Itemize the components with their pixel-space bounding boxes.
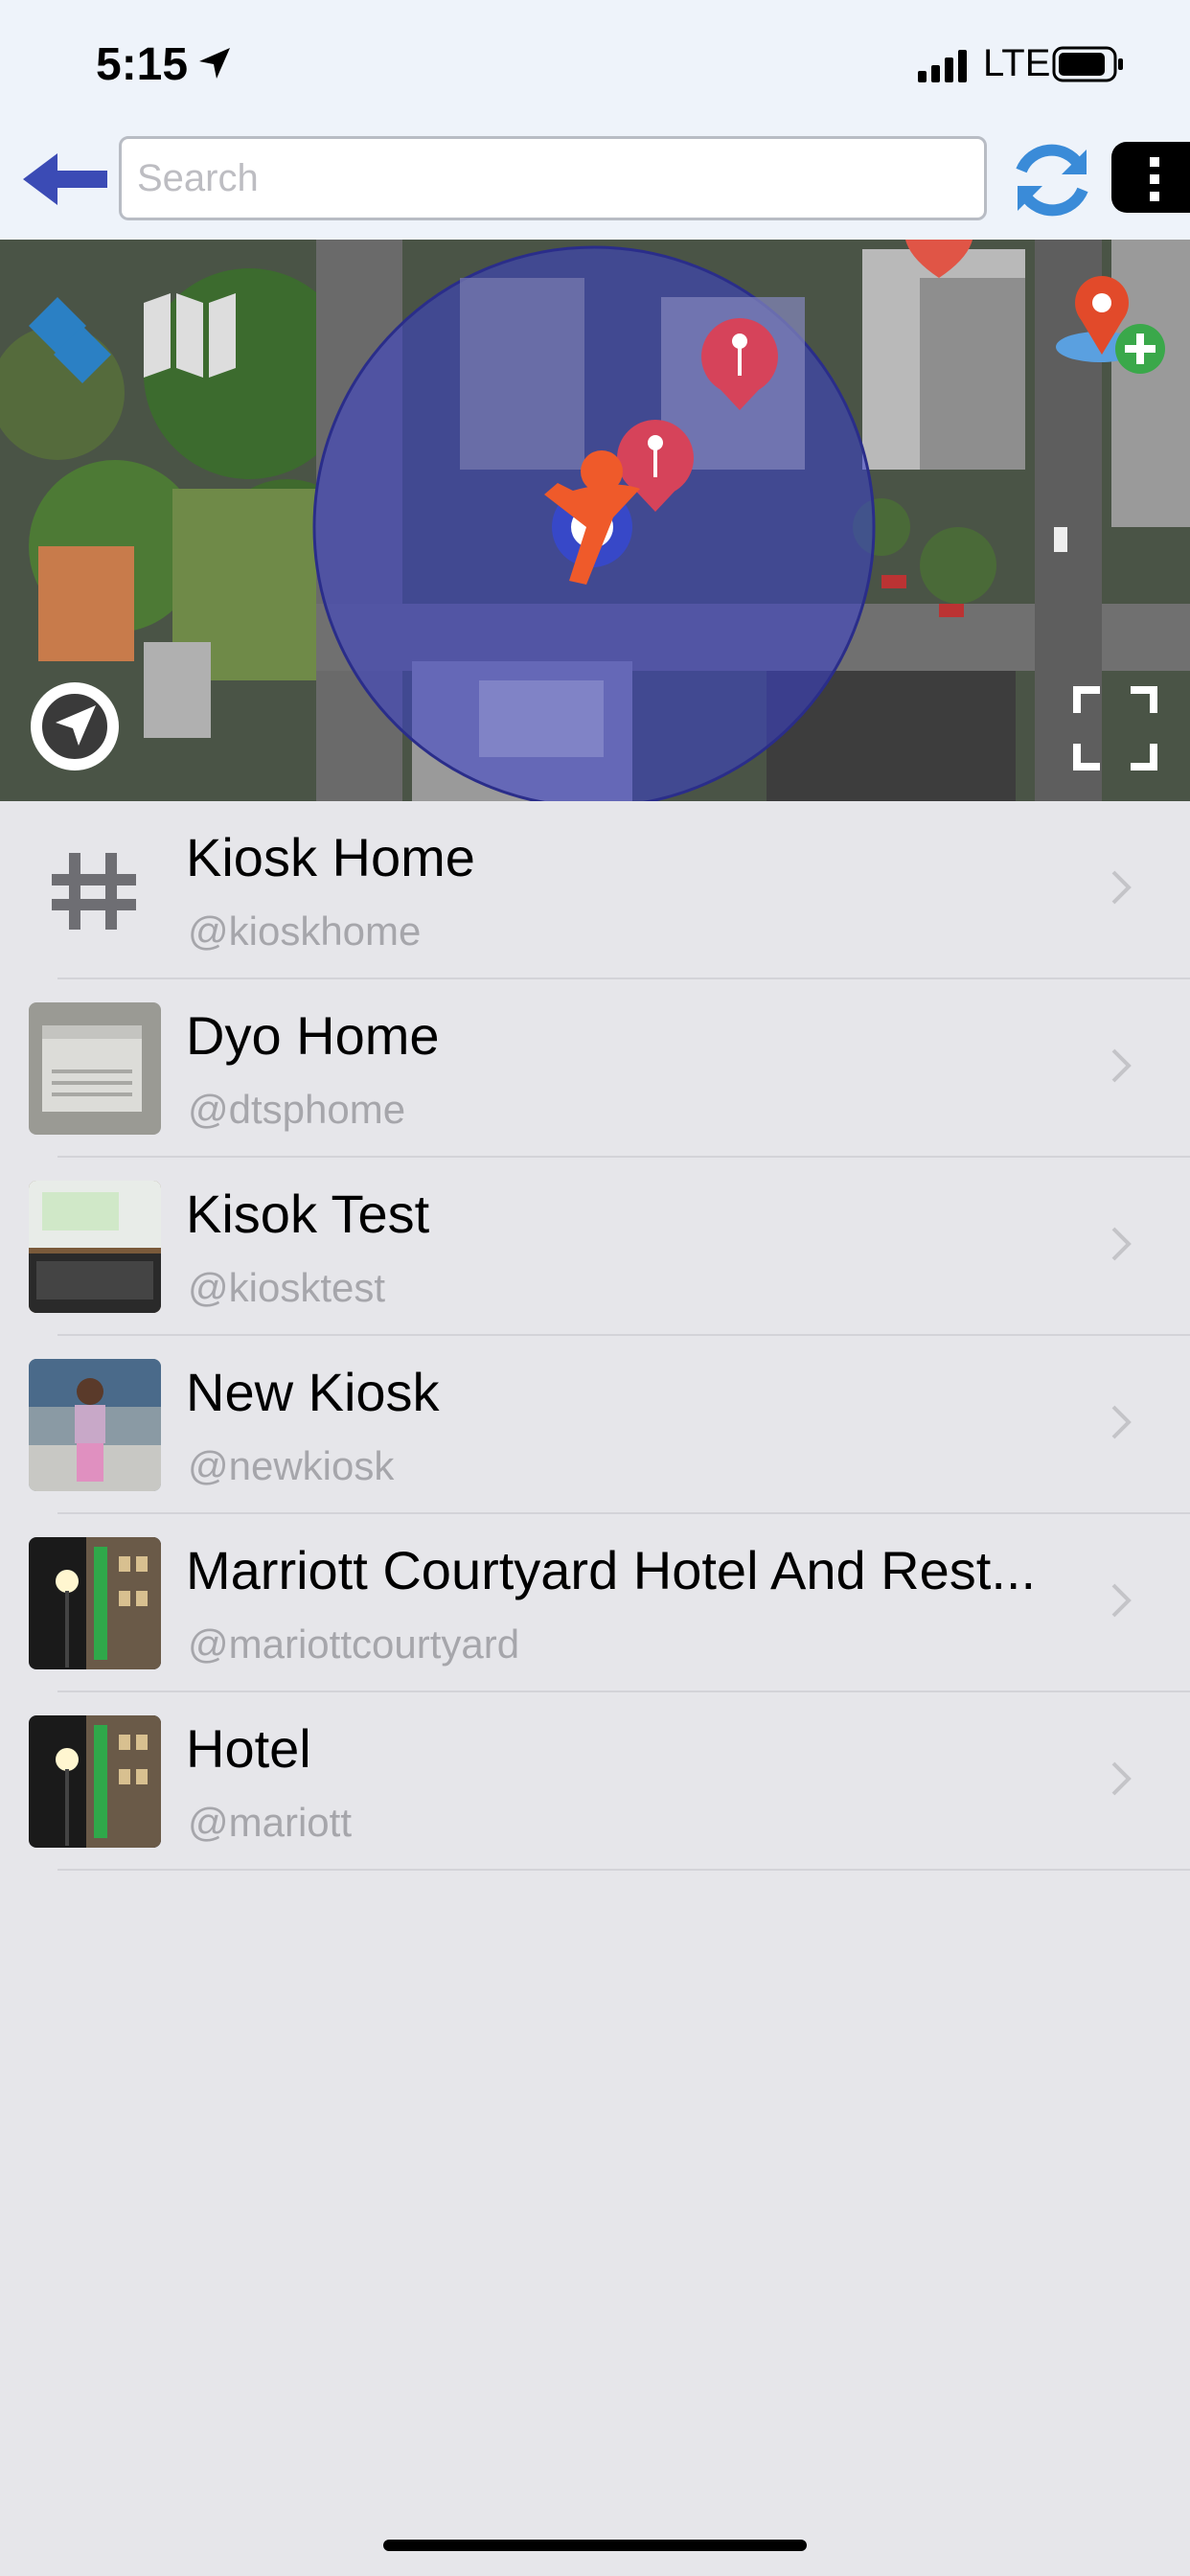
chevron-right-icon bbox=[1111, 1227, 1132, 1261]
list-item[interactable]: Dyo Home @dtsphome bbox=[0, 979, 1190, 1158]
more-dots-icon bbox=[1150, 157, 1159, 209]
more-menu-button[interactable] bbox=[1111, 142, 1190, 213]
item-handle: @kioskhome bbox=[188, 908, 422, 954]
item-thumbnail bbox=[29, 1715, 161, 1848]
item-title: Kisok Test bbox=[186, 1184, 430, 1244]
map-view[interactable] bbox=[0, 240, 1190, 801]
status-time: 5:15 bbox=[96, 39, 189, 90]
back-arrow-icon[interactable] bbox=[19, 146, 111, 213]
hashtag-icon bbox=[29, 824, 161, 956]
status-bar: 5:15 LTE bbox=[0, 0, 1190, 126]
chevron-right-icon bbox=[1111, 1761, 1132, 1796]
item-thumbnail bbox=[29, 1181, 161, 1313]
list-item[interactable]: New Kiosk @newkiosk bbox=[0, 1336, 1190, 1514]
list-item[interactable]: Kisok Test @kiosktest bbox=[0, 1158, 1190, 1336]
chevron-right-icon bbox=[1111, 1405, 1132, 1439]
map-icon[interactable] bbox=[144, 293, 236, 378]
item-title: Kiosk Home bbox=[186, 827, 475, 887]
item-thumbnail bbox=[29, 1359, 161, 1491]
locate-icon[interactable] bbox=[27, 678, 123, 774]
item-handle: @mariottcourtyard bbox=[188, 1622, 520, 1667]
fullscreen-icon[interactable] bbox=[1073, 686, 1157, 770]
network-label: LTE bbox=[983, 42, 1051, 84]
list-item[interactable]: Kiosk Home @kioskhome bbox=[0, 801, 1190, 979]
item-title: Dyo Home bbox=[186, 1005, 440, 1066]
chevron-right-icon bbox=[1111, 1583, 1132, 1618]
item-title: New Kiosk bbox=[186, 1362, 440, 1422]
signal-icon bbox=[918, 50, 967, 82]
divider bbox=[57, 1869, 1190, 1871]
battery-icon bbox=[1052, 46, 1123, 82]
item-title: Hotel bbox=[186, 1718, 311, 1779]
item-handle: @newkiosk bbox=[188, 1443, 395, 1488]
list-item[interactable]: Marriott Courtyard Hotel And Rest... @ma… bbox=[0, 1514, 1190, 1692]
item-handle: @mariott bbox=[188, 1800, 352, 1845]
top-bar bbox=[0, 126, 1190, 240]
chevron-right-icon bbox=[1111, 870, 1132, 905]
chevron-right-icon bbox=[1111, 1048, 1132, 1083]
kiosk-list: Kiosk Home @kioskhome Dyo Home @dtsphome… bbox=[0, 801, 1190, 1871]
item-thumbnail bbox=[29, 1002, 161, 1135]
search-input[interactable] bbox=[119, 136, 987, 220]
item-title: Marriott Courtyard Hotel And Rest... bbox=[186, 1540, 1037, 1600]
item-handle: @dtsphome bbox=[188, 1087, 406, 1132]
layers-icon[interactable] bbox=[29, 288, 121, 383]
location-arrow-icon bbox=[199, 48, 230, 79]
refresh-icon[interactable] bbox=[1004, 132, 1100, 228]
item-thumbnail bbox=[29, 1537, 161, 1669]
item-handle: @kiosktest bbox=[188, 1265, 386, 1310]
list-item[interactable]: Hotel @mariott bbox=[0, 1692, 1190, 1871]
add-location-icon[interactable] bbox=[1054, 274, 1167, 380]
home-indicator[interactable] bbox=[383, 2540, 807, 2551]
